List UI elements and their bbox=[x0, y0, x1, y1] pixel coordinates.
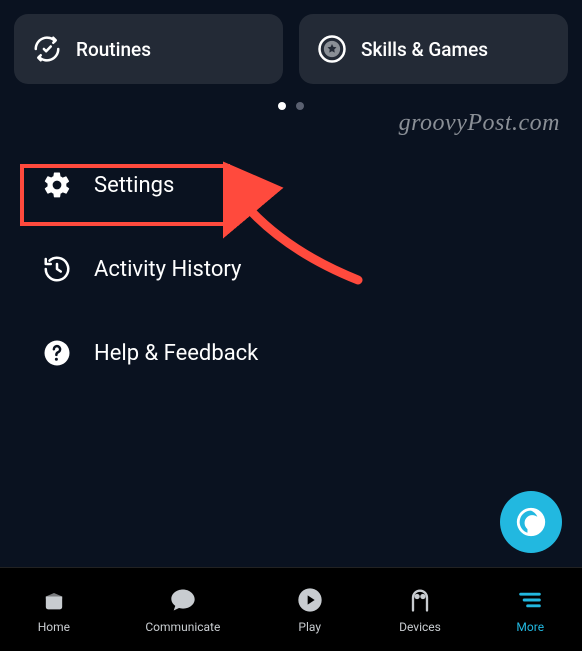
history-icon bbox=[42, 254, 72, 284]
page-indicator bbox=[0, 102, 582, 110]
card-label: Routines bbox=[76, 38, 151, 61]
menu-label: Activity History bbox=[94, 257, 241, 282]
menu-label: Help & Feedback bbox=[94, 341, 258, 366]
gear-icon bbox=[42, 170, 72, 200]
menu-label: Settings bbox=[94, 173, 174, 198]
nav-label: More bbox=[516, 620, 544, 634]
alexa-voice-button[interactable] bbox=[500, 491, 562, 553]
dot bbox=[296, 102, 304, 110]
more-icon bbox=[516, 586, 544, 614]
nav-play[interactable]: Play bbox=[296, 586, 324, 634]
nav-label: Home bbox=[38, 620, 70, 634]
devices-icon bbox=[406, 586, 434, 614]
dot-active bbox=[278, 102, 286, 110]
nav-communicate[interactable]: Communicate bbox=[145, 586, 220, 634]
chat-icon bbox=[169, 586, 197, 614]
home-icon bbox=[40, 586, 68, 614]
card-routines[interactable]: Routines bbox=[14, 14, 283, 84]
routines-icon bbox=[32, 34, 62, 64]
nav-more[interactable]: More bbox=[516, 586, 544, 634]
nav-label: Devices bbox=[399, 620, 441, 634]
watermark-text: groovyPost.com bbox=[399, 110, 560, 137]
card-skills-games[interactable]: Skills & Games bbox=[299, 14, 568, 84]
nav-label: Play bbox=[298, 620, 321, 634]
alexa-icon bbox=[514, 505, 548, 539]
menu-item-settings[interactable]: Settings bbox=[30, 158, 180, 212]
menu-item-help-feedback[interactable]: Help & Feedback bbox=[30, 326, 264, 380]
play-icon bbox=[296, 586, 324, 614]
menu-item-activity-history[interactable]: Activity History bbox=[30, 242, 247, 296]
nav-label: Communicate bbox=[145, 620, 220, 634]
card-label: Skills & Games bbox=[361, 38, 488, 61]
bottom-nav: Home Communicate Play Devices More bbox=[0, 567, 582, 651]
nav-devices[interactable]: Devices bbox=[399, 586, 441, 634]
help-icon bbox=[42, 338, 72, 368]
nav-home[interactable]: Home bbox=[38, 586, 70, 634]
star-badge-icon bbox=[317, 34, 347, 64]
